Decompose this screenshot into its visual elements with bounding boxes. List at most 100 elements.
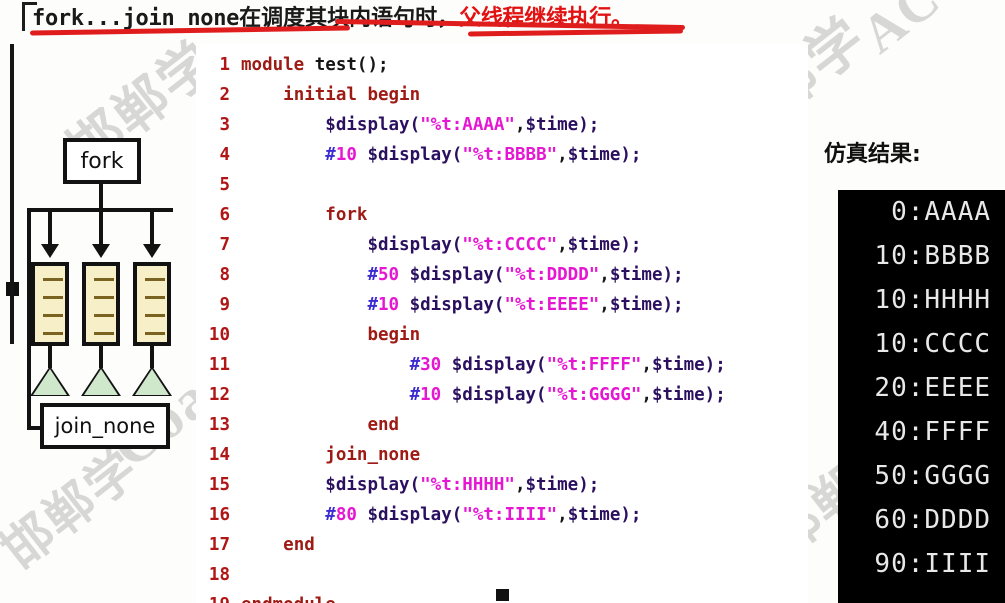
code-line-content: $display("%t:AAAA",$time); bbox=[241, 115, 599, 135]
code-line-content: #10 $display("%t:GGGG",$time); bbox=[241, 385, 726, 405]
fork-join-none-diagram: fork join_none bbox=[0, 44, 196, 603]
code-token: , bbox=[557, 505, 568, 525]
slide-root: 邯郸学 邯郸学 Coar 邯郸学 邯郸学 AC 邯郸 邯 fork...join… bbox=[0, 0, 1005, 603]
code-line-content: #80 $display("%t:IIII",$time); bbox=[241, 505, 641, 525]
code-token: ( bbox=[409, 115, 421, 135]
code-token: , bbox=[599, 295, 610, 315]
code-token: "%t:IIII" bbox=[462, 505, 558, 525]
join-none-node-label: join_none bbox=[54, 414, 156, 438]
code-line[interactable]: 5 bbox=[196, 170, 808, 200]
line-number: 17 bbox=[208, 535, 230, 555]
line-number: 7 bbox=[219, 235, 230, 255]
code-line[interactable]: 10 begin bbox=[196, 320, 808, 350]
terminal-line: 10:HHHH bbox=[874, 285, 991, 315]
terminal-line: 40:FFFF bbox=[874, 417, 991, 447]
process-block bbox=[133, 262, 171, 346]
terminal-line: 90:IIII bbox=[874, 549, 991, 579]
fork-node-label: fork bbox=[80, 148, 124, 174]
line-number: 19 bbox=[196, 590, 230, 603]
terminal-line: 60:DDDD bbox=[874, 505, 991, 535]
code-token: , bbox=[557, 235, 568, 255]
code-token: ( bbox=[493, 295, 505, 315]
line-number: 2 bbox=[219, 85, 230, 105]
terminal-line: 10:BBBB bbox=[874, 241, 991, 271]
code-token: $time bbox=[525, 115, 579, 135]
code-token: $display bbox=[409, 295, 494, 315]
code-token: $time bbox=[525, 475, 579, 495]
terminal-line: 0:AAAA bbox=[874, 197, 991, 227]
code-token: $time bbox=[567, 145, 621, 165]
line-number: 4 bbox=[219, 145, 230, 165]
code-line-content: end bbox=[241, 415, 399, 435]
code-line[interactable]: 15 $display("%t:HHHH",$time); bbox=[196, 470, 808, 500]
code-token: end bbox=[283, 535, 315, 555]
code-token: $display bbox=[325, 475, 410, 495]
code-token: $display bbox=[367, 145, 452, 165]
code-token: $display bbox=[451, 355, 537, 375]
process-tail-line bbox=[48, 346, 52, 368]
code-line[interactable]: 9 #10 $display("%t:EEEE",$time); bbox=[196, 290, 808, 320]
code-token: , bbox=[557, 145, 568, 165]
code-token: module bbox=[241, 55, 315, 75]
process-block bbox=[31, 262, 69, 346]
code-token: ); bbox=[620, 145, 642, 165]
code-token: # bbox=[325, 145, 336, 165]
code-token: ( bbox=[536, 355, 547, 375]
code-token: # bbox=[325, 505, 336, 525]
line-number: 3 bbox=[219, 115, 230, 135]
code-token: ( bbox=[451, 145, 463, 165]
terminal-line: 50:GGGG bbox=[874, 461, 991, 491]
code-line[interactable]: 18 bbox=[196, 560, 808, 590]
line-number: 1 bbox=[219, 55, 230, 75]
code-token: test bbox=[314, 55, 357, 75]
code-token: join_none bbox=[325, 445, 421, 465]
code-token: 10 bbox=[420, 385, 442, 405]
code-token: begin bbox=[367, 325, 421, 345]
fork-node: fork bbox=[63, 138, 141, 184]
code-line[interactable]: 17 end bbox=[196, 530, 808, 560]
code-listing[interactable]: 1 module test(); 2 initial begin 3 $display… bbox=[196, 50, 808, 603]
code-line[interactable]: 11 #30 $display("%t:FFFF",$time); bbox=[196, 350, 808, 380]
code-line[interactable]: 8 #50 $display("%t:DDDD",$time); bbox=[196, 260, 808, 290]
join-none-node: join_none bbox=[40, 403, 170, 449]
code-token: $display bbox=[325, 115, 410, 135]
code-token: , bbox=[514, 115, 526, 135]
code-line[interactable]: 1 module test(); bbox=[196, 50, 808, 80]
code-token: endmodule bbox=[241, 595, 336, 603]
code-line[interactable]: 4 #10 $display("%t:BBBB",$time); bbox=[196, 140, 808, 170]
code-token: "%t:AAAA" bbox=[420, 115, 515, 135]
arrow-down-icon bbox=[92, 244, 110, 258]
code-token: ); bbox=[662, 265, 684, 285]
code-token: fork bbox=[325, 205, 368, 225]
code-line[interactable]: 13 end bbox=[196, 410, 808, 440]
results-title: 仿真结果: bbox=[824, 142, 921, 167]
code-token: # bbox=[367, 295, 378, 315]
code-line[interactable]: 6 fork bbox=[196, 200, 808, 230]
code-token: $display bbox=[367, 505, 452, 525]
code-token: 30 bbox=[420, 355, 442, 375]
code-token: "%t:DDDD" bbox=[504, 265, 600, 285]
code-line[interactable]: 2 initial begin bbox=[196, 80, 808, 110]
code-token: $time bbox=[651, 355, 705, 375]
terminal-line: 20:EEEE bbox=[874, 373, 991, 403]
code-token: ); bbox=[578, 115, 600, 135]
code-token: , bbox=[641, 355, 652, 375]
code-token: "%t:CCCC" bbox=[462, 235, 558, 255]
code-line-content: #30 $display("%t:FFFF",$time); bbox=[241, 355, 726, 375]
code-line[interactable]: 7 $display("%t:CCCC",$time); bbox=[196, 230, 808, 260]
code-token: "%t:HHHH" bbox=[420, 475, 515, 495]
line-number: 6 bbox=[219, 205, 230, 225]
code-token: 80 bbox=[335, 505, 357, 525]
code-token: $time bbox=[609, 265, 663, 285]
bypass-line-vertical bbox=[27, 208, 31, 430]
code-token: 10 bbox=[377, 295, 400, 315]
code-token: ); bbox=[662, 295, 684, 315]
code-line[interactable]: 3 $display("%t:AAAA",$time); bbox=[196, 110, 808, 140]
code-line[interactable]: 12 #10 $display("%t:GGGG",$time); bbox=[196, 380, 808, 410]
code-line-content: #50 $display("%t:DDDD",$time); bbox=[241, 265, 684, 285]
code-line[interactable]: 16 #80 $display("%t:IIII",$time); bbox=[196, 500, 808, 530]
code-line[interactable]: 14 join_none bbox=[196, 440, 808, 470]
line-number: 5 bbox=[219, 175, 230, 195]
